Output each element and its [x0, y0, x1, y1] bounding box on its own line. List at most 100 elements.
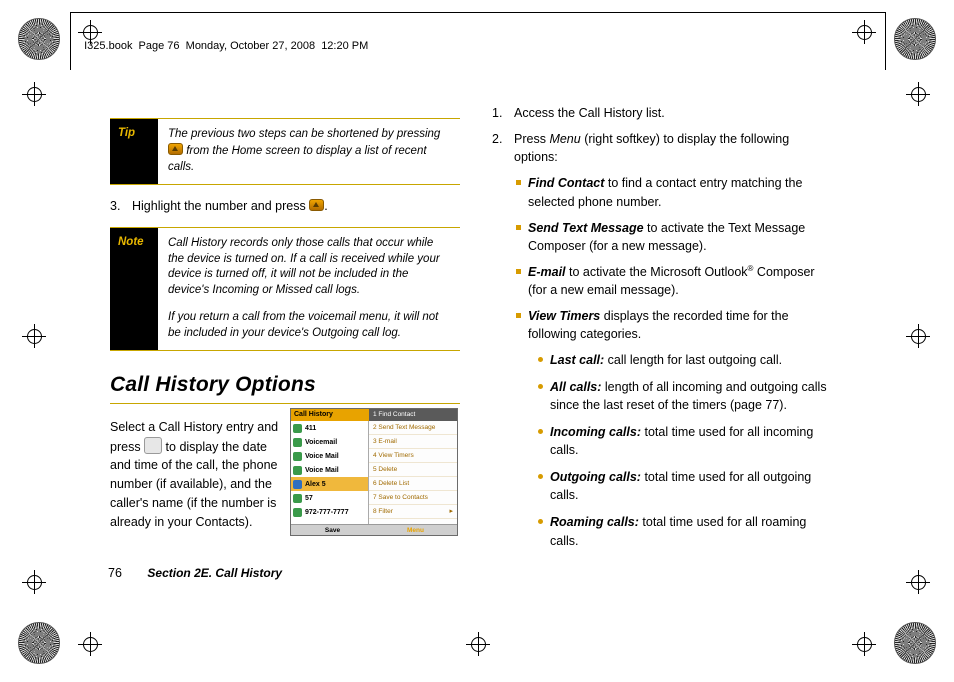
- softkey-right-label: Menu: [407, 527, 424, 534]
- step-3-text-after-icon: .: [324, 198, 328, 213]
- page-number: 76: [108, 566, 122, 580]
- outgoing-call-icon: [293, 493, 302, 503]
- note-paragraph-2: If you return a call from the voicemail …: [168, 311, 439, 339]
- voicemail-icon: [293, 451, 302, 461]
- call-history-list-item: 57: [291, 491, 368, 505]
- tip-callout-label: Tip: [110, 119, 158, 184]
- voicemail-icon: [293, 465, 302, 475]
- registration-mark-bottom-right: [852, 632, 876, 656]
- missed-call-icon: [293, 423, 302, 433]
- call-history-item-label: Voice Mail: [305, 452, 339, 460]
- registration-mark-right-lower: [906, 570, 930, 594]
- phone-menu-item: 4 View Timers: [369, 449, 457, 463]
- phone-softkey-bar: Save Menu: [291, 524, 457, 535]
- softkey-left-label: Save: [324, 527, 341, 534]
- phone-menu-title: 1 Find Contact: [369, 409, 457, 421]
- call-history-item-label: Voice Mail: [305, 466, 339, 474]
- voicemail-icon: [293, 437, 302, 447]
- call-history-list: 411 Voicemail Voice Mail Voice Mail Alex…: [291, 421, 369, 524]
- option-term: E-mail: [528, 265, 566, 280]
- incoming-call-icon: [293, 507, 302, 517]
- body-paragraph: Select a Call History entry and press to…: [110, 418, 288, 532]
- step-3-text: Highlight the number and press .: [132, 197, 460, 215]
- step-2-menu-word: Menu: [549, 132, 581, 147]
- option-term: View Timers: [528, 309, 601, 324]
- timer-term: Incoming calls:: [550, 424, 641, 439]
- chevron-right-icon: ▸: [449, 508, 453, 515]
- option-description: to activate the Microsoft Outlook: [565, 265, 748, 280]
- phone-context-menu: 2 Send Text Message 3 E-mail 4 View Time…: [369, 421, 457, 524]
- tip-text-before-icon: The previous two steps can be shortened …: [168, 128, 441, 140]
- registration-mark-right-middle: [906, 324, 930, 348]
- call-history-list-item-selected: Alex 5: [291, 477, 368, 491]
- numbered-steps-list: 1. Access the Call History list. 2. Pres…: [492, 104, 832, 166]
- step-2-text: Press Menu (right softkey) to display th…: [514, 130, 832, 166]
- registration-mark-right-upper: [906, 82, 930, 106]
- page-title: Call History Options: [110, 372, 316, 396]
- timer-outgoing-calls: Outgoing calls: total time used for all …: [536, 468, 832, 504]
- note-callout: Note Call History records only those cal…: [110, 226, 460, 351]
- timer-term: Outgoing calls:: [550, 470, 641, 485]
- talk-key-icon: [309, 198, 325, 211]
- option-send-text-message: Send Text Message to activate the Text M…: [514, 219, 832, 255]
- timer-term: Last call:: [550, 352, 605, 367]
- option-term: Send Text Message: [528, 220, 644, 235]
- timer-incoming-calls: Incoming calls: total time used for all …: [536, 423, 832, 459]
- tip-text-after-icon: from the Home screen to display a list o…: [168, 144, 427, 173]
- call-history-item-label: Alex 5: [305, 480, 326, 488]
- ok-key-icon: [144, 436, 163, 454]
- call-history-list-item: 972-777-7777: [291, 505, 368, 519]
- up-navigation-key-icon: [168, 142, 183, 155]
- timer-all-calls: All calls: length of all incoming and ou…: [536, 378, 832, 414]
- option-term: Find Contact: [528, 176, 605, 191]
- page-header-label: I325.book Page 76 Monday, October 27, 20…: [84, 40, 369, 52]
- step-2-text-before: Press: [514, 132, 550, 147]
- note-callout-label: Note: [110, 227, 158, 350]
- footer-section-label: Section 2E. Call History: [147, 566, 283, 580]
- phone-menu-item: 8 Filter ▸: [369, 505, 457, 519]
- tip-callout: Tip The previous two steps can be shorte…: [110, 118, 460, 185]
- note-callout-body: Call History records only those calls th…: [158, 228, 460, 350]
- step-3: 3. Highlight the number and press .: [110, 197, 460, 215]
- call-history-item-label: 57: [305, 494, 313, 502]
- page-frame-top-line: [70, 12, 886, 13]
- option-email: E-mail to activate the Microsoft Outlook…: [514, 263, 832, 299]
- page-frame-left-line: [70, 12, 71, 70]
- menu-options-list: Find Contact to find a contact entry mat…: [514, 174, 832, 549]
- page-footer: 76 Section 2E. Call History: [108, 566, 282, 580]
- timer-categories-list: Last call: call length for last outgoing…: [536, 351, 832, 550]
- numbered-step-2: 2. Press Menu (right softkey) to display…: [492, 130, 832, 166]
- print-starburst-top-right: [894, 18, 936, 60]
- call-history-item-label: Voicemail: [305, 438, 338, 446]
- step-3-text-before-icon: Highlight the number and press: [132, 198, 306, 213]
- call-history-list-item: Voice Mail: [291, 463, 368, 477]
- timer-description: call length for last outgoing call.: [604, 352, 783, 367]
- page-frame-right-line: [885, 12, 886, 70]
- timer-term: All calls:: [550, 379, 602, 394]
- phone-menu-item: 7 Save to Contacts: [369, 491, 457, 505]
- phone-titlebar: Call History 1 Find Contact: [291, 409, 457, 421]
- call-history-list-item: 411: [291, 421, 368, 435]
- note-paragraph-1: Call History records only those calls th…: [168, 236, 440, 297]
- section-title-rule: [110, 402, 460, 404]
- registration-mark-left-middle: [22, 324, 46, 348]
- phone-screenshot: Call History 1 Find Contact 411 Voicemai…: [290, 408, 458, 536]
- registration-mark-left-upper: [22, 82, 46, 106]
- phone-menu-item: 5 Delete: [369, 463, 457, 477]
- phone-screen-title: Call History: [291, 409, 369, 421]
- numbered-step-1: 1. Access the Call History list.: [492, 104, 832, 122]
- phone-screen-body: 411 Voicemail Voice Mail Voice Mail Alex…: [291, 421, 457, 524]
- print-starburst-bottom-right: [894, 622, 936, 664]
- registration-mark-bottom-left: [78, 632, 102, 656]
- registration-mark-left-lower: [22, 570, 46, 594]
- phone-menu-item: 3 E-mail: [369, 435, 457, 449]
- call-history-list-item: Voicemail: [291, 435, 368, 449]
- call-history-item-label: 972-777-7777: [305, 508, 349, 516]
- timer-roaming-calls: Roaming calls: total time used for all r…: [536, 513, 832, 549]
- contact-icon: [293, 479, 302, 489]
- phone-menu-item-label: 8 Filter: [373, 508, 393, 515]
- option-find-contact: Find Contact to find a contact entry mat…: [514, 174, 832, 210]
- print-starburst-top-left: [18, 18, 60, 60]
- step-1-number: 1.: [492, 106, 503, 120]
- timer-last-call: Last call: call length for last outgoing…: [536, 351, 832, 369]
